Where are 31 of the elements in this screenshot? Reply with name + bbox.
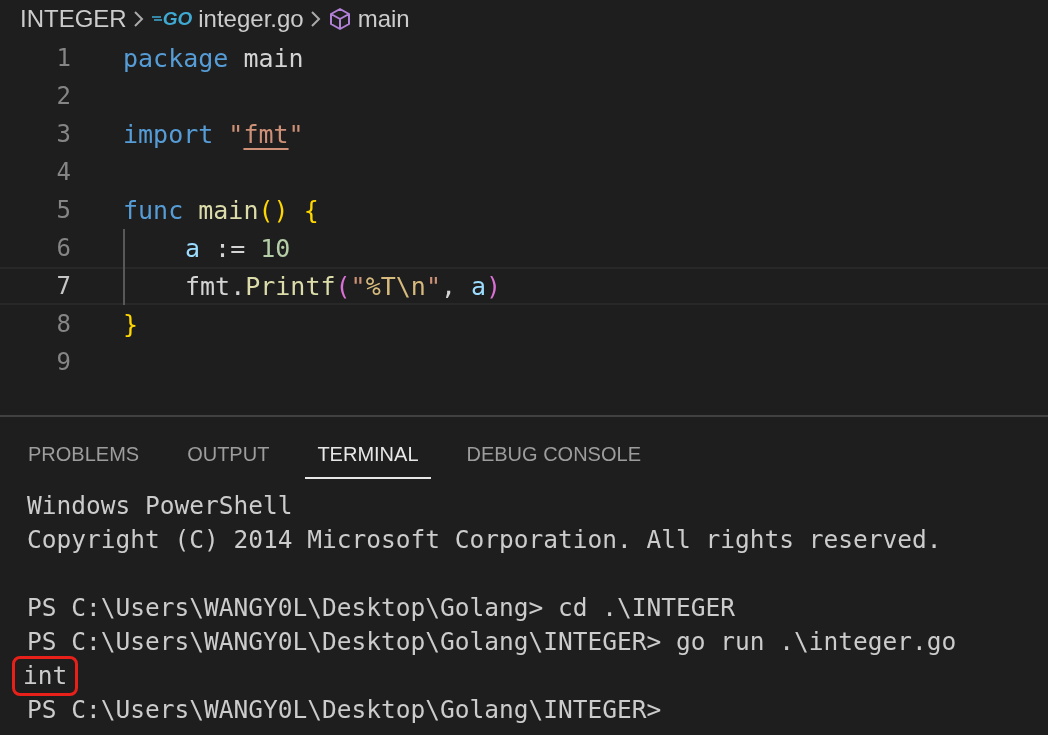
terminal-line: PS C:\Users\WANGY0L\Desktop\Golang\INTEGER> [27, 694, 662, 726]
highlighted-output: int [15, 659, 76, 693]
line-number: 4 [55, 158, 71, 186]
line-number: 7 [55, 272, 71, 300]
chevron-right-icon [309, 9, 322, 29]
panel-tab[interactable]: OUTPUT [175, 417, 282, 479]
chevron-right-icon [132, 9, 145, 29]
line-number: 1 [55, 44, 71, 72]
line-number: 9 [55, 348, 71, 376]
breadcrumb-item[interactable]: integer.go [198, 5, 304, 33]
panel-tab[interactable]: PROBLEMS [16, 417, 152, 479]
code-line: import "fmt" [123, 118, 304, 151]
code-line: fmt.Printf("%T\n", a) [185, 270, 502, 303]
terminal-line: Windows PowerShell [27, 490, 293, 522]
line-number: 8 [55, 310, 71, 338]
line-number: 5 [55, 196, 71, 224]
line-number: 3 [55, 120, 71, 148]
breadcrumb-item[interactable]: main [357, 5, 410, 33]
code-line: a := 10 [185, 232, 291, 265]
cube-icon [327, 7, 352, 31]
code-line: } [123, 308, 139, 341]
line-number: 2 [55, 82, 71, 110]
terminal-line: Copyright (C) 2014 Microsoft Corporation. All rights reserved. [27, 524, 942, 556]
code-line: func main() { [123, 194, 319, 227]
terminal-line: PS C:\Users\WANGY0L\Desktop\Golang\INTEGER> go run .\integer.go [27, 626, 957, 658]
panel-tab[interactable]: TERMINAL [305, 417, 431, 479]
terminal-line: PS C:\Users\WANGY0L\Desktop\Golang> cd .\INTEGER [27, 592, 735, 624]
panel-tab[interactable]: DEBUG CONSOLE [454, 417, 653, 479]
line-number: 6 [55, 234, 71, 262]
breadcrumb-item[interactable]: INTEGER [20, 5, 127, 33]
code-line: package main [123, 42, 304, 75]
